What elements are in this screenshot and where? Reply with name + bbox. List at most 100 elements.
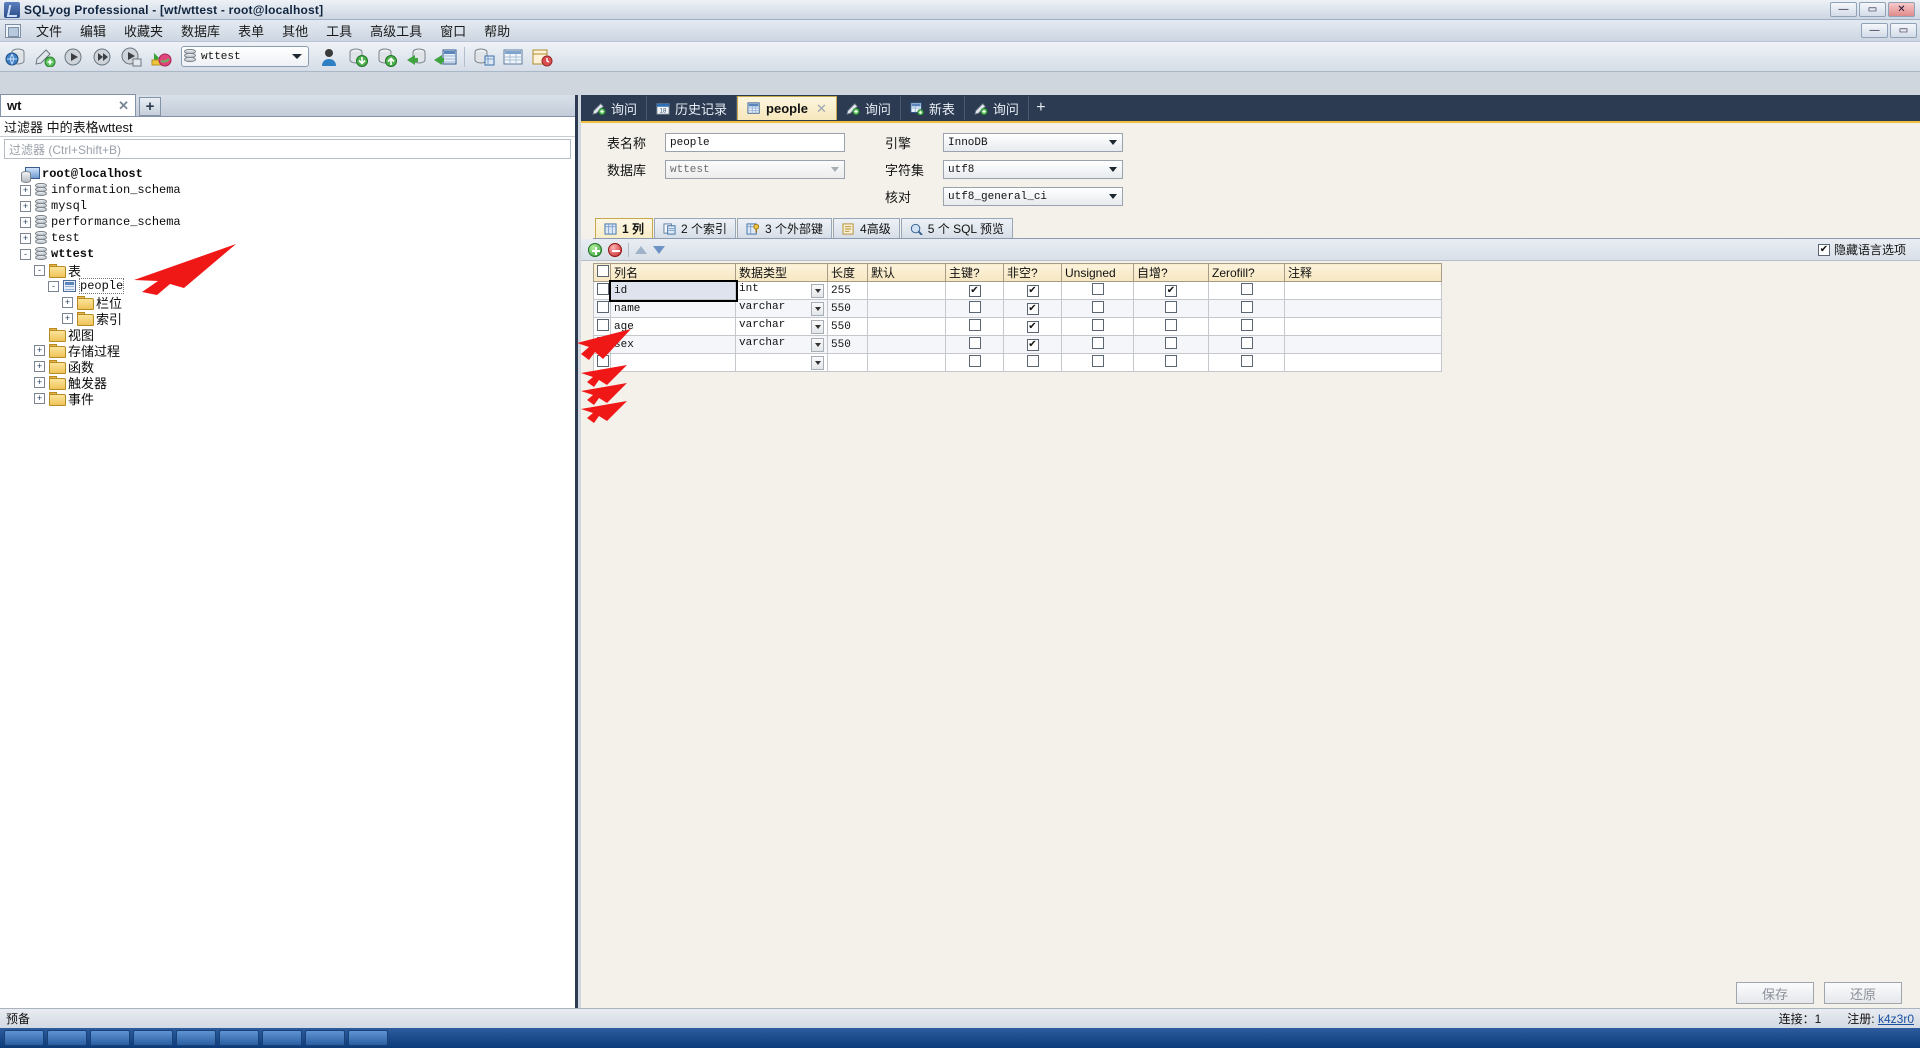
stop-execute-icon[interactable] [147, 44, 175, 70]
import-data-icon[interactable] [344, 44, 372, 70]
grid-cell-primarykey[interactable] [945, 335, 1004, 354]
grid-cell-select[interactable] [593, 335, 611, 354]
grid-header-6[interactable]: 非空? [1003, 263, 1062, 282]
grid-cell-datatype[interactable]: varchar [735, 317, 828, 336]
sql-scheduler-icon[interactable] [528, 44, 556, 70]
grid-cell-default[interactable] [867, 299, 946, 318]
grid-header-3[interactable]: 长度 [827, 263, 868, 282]
grid-cell-comment[interactable] [1284, 281, 1442, 300]
taskbar-item[interactable] [90, 1030, 130, 1046]
menu-form[interactable]: 表单 [229, 19, 273, 42]
grid-cell-unsigned-checkbox[interactable] [1091, 354, 1104, 367]
grid-cell-column-name[interactable]: id [608, 279, 738, 302]
grid-cell-autoincrement[interactable] [1133, 335, 1209, 354]
taskbar-item[interactable] [262, 1030, 302, 1046]
grid-header-select-all[interactable] [593, 263, 611, 282]
new-connection-icon[interactable] [2, 44, 30, 70]
menu-database[interactable]: 数据库 [172, 19, 229, 42]
taskbar-item[interactable] [4, 1030, 44, 1046]
grid-cell-primarykey-checkbox[interactable] [968, 354, 981, 367]
grid-cell-primarykey-checkbox[interactable]: ✔ [968, 284, 981, 297]
grid-cell-autoincrement[interactable]: ✔ [1133, 281, 1209, 300]
hide-language-options-toggle[interactable]: ✔ 隐藏语言选项 [1817, 241, 1920, 258]
object-tree[interactable]: root@localhost + information_schema + mysql +… [0, 161, 575, 407]
tree-item-information_schema[interactable]: + information_schema [6, 182, 575, 198]
tree-item-test[interactable]: + test [6, 230, 575, 246]
expand-icon[interactable]: + [34, 360, 45, 372]
row-select-checkbox[interactable] [597, 354, 609, 367]
grid-cell-zerofill[interactable] [1208, 353, 1285, 372]
editor-tab-5[interactable]: 询问 [965, 96, 1029, 120]
grid-cell-datatype[interactable]: varchar [735, 335, 828, 354]
chevron-down-icon[interactable] [811, 284, 824, 298]
close-icon[interactable]: ✕ [816, 101, 827, 117]
menu-help[interactable]: 帮助 [475, 19, 519, 42]
grid-cell-primarykey[interactable] [945, 299, 1004, 318]
tree-item-[interactable]: -表 [6, 262, 575, 279]
menu-tools[interactable]: 工具 [317, 19, 361, 42]
collapse-icon[interactable]: - [20, 248, 31, 260]
columns-grid[interactable]: 列名 数据类型 长度 默认 主键? 非空? Unsigned 自增? Zerofill? 注释 i… [593, 263, 1442, 372]
remove-row-icon[interactable] [608, 242, 622, 257]
grid-cell-notnull-checkbox[interactable]: ✔ [1026, 284, 1039, 297]
grid-header-5[interactable]: 主键? [945, 263, 1004, 282]
grid-cell-length[interactable]: 550 [827, 335, 868, 354]
grid-cell-primarykey[interactable] [945, 317, 1004, 336]
close-icon[interactable]: ✕ [118, 98, 129, 114]
grid-cell-unsigned-checkbox[interactable] [1091, 318, 1104, 331]
tree-item-rootlocalhost[interactable]: root@localhost [6, 166, 575, 183]
engine-select[interactable]: InnoDB [943, 133, 1123, 152]
grid-cell-unsigned[interactable] [1061, 335, 1134, 354]
add-workspace-tab-button[interactable]: + [139, 97, 161, 116]
backup-icon[interactable] [402, 44, 430, 70]
collapse-icon[interactable]: - [48, 280, 59, 292]
new-query-icon[interactable] [31, 44, 59, 70]
menu-window[interactable]: 窗口 [431, 19, 475, 42]
expand-icon[interactable]: + [34, 344, 45, 356]
grid-cell-zerofill-checkbox[interactable] [1240, 300, 1253, 313]
expand-icon[interactable]: + [20, 232, 31, 244]
tree-item-[interactable]: + 栏位 [6, 294, 575, 311]
grid-header-9[interactable]: Zerofill? [1208, 263, 1285, 282]
row-select-checkbox[interactable] [597, 336, 609, 349]
grid-cell-unsigned-checkbox[interactable] [1091, 282, 1104, 295]
menu-edit[interactable]: 编辑 [71, 19, 115, 42]
grid-cell-select[interactable] [593, 281, 611, 300]
subtab-3[interactable]: 4高级 [833, 218, 900, 238]
grid-cell-length[interactable]: 255 [827, 281, 868, 300]
grid-cell-datatype[interactable]: int [735, 281, 828, 300]
query-builder-icon[interactable] [499, 44, 527, 70]
grid-cell-autoincrement[interactable] [1133, 317, 1209, 336]
tree-item-[interactable]: + 索引 [6, 310, 575, 327]
menu-favorites[interactable]: 收藏夹 [115, 19, 172, 42]
grid-cell-default[interactable] [867, 353, 946, 372]
grid-cell-column-name[interactable]: name [610, 299, 736, 318]
grid-cell-zerofill[interactable] [1208, 335, 1285, 354]
grid-cell-column-name[interactable] [610, 353, 736, 372]
table-row[interactable]: sex varchar 550 ✔ [593, 335, 1442, 354]
registration-value[interactable]: k4z3r0 [1878, 1012, 1914, 1026]
expand-icon[interactable]: + [20, 200, 31, 212]
grid-cell-select[interactable] [593, 317, 611, 336]
chevron-down-icon[interactable] [811, 338, 824, 352]
workspace-tab-wt[interactable]: wt ✕ [0, 94, 136, 116]
grid-cell-datatype[interactable] [735, 353, 828, 372]
row-select-checkbox[interactable] [597, 318, 609, 331]
expand-icon[interactable]: + [34, 376, 45, 388]
grid-cell-notnull-checkbox[interactable]: ✔ [1026, 302, 1039, 315]
grid-cell-notnull-checkbox[interactable] [1026, 354, 1039, 367]
mdi-restore-button[interactable]: ▭ [1890, 23, 1917, 38]
select-all-checkbox[interactable] [597, 265, 609, 277]
menu-file[interactable]: 文件 [27, 19, 71, 42]
editor-tab-4[interactable]: 新表 [901, 96, 965, 120]
grid-cell-primarykey-checkbox[interactable] [968, 336, 981, 349]
grid-cell-unsigned[interactable] [1061, 317, 1134, 336]
table-name-input[interactable]: people [665, 133, 845, 152]
grid-header-8[interactable]: 自增? [1133, 263, 1209, 282]
grid-header-7[interactable]: Unsigned [1061, 263, 1134, 282]
chevron-down-icon[interactable] [811, 302, 824, 316]
chevron-down-icon[interactable] [811, 320, 824, 334]
grid-cell-notnull[interactable]: ✔ [1003, 335, 1062, 354]
collapse-icon[interactable]: - [34, 264, 45, 276]
grid-cell-select[interactable] [593, 353, 611, 372]
